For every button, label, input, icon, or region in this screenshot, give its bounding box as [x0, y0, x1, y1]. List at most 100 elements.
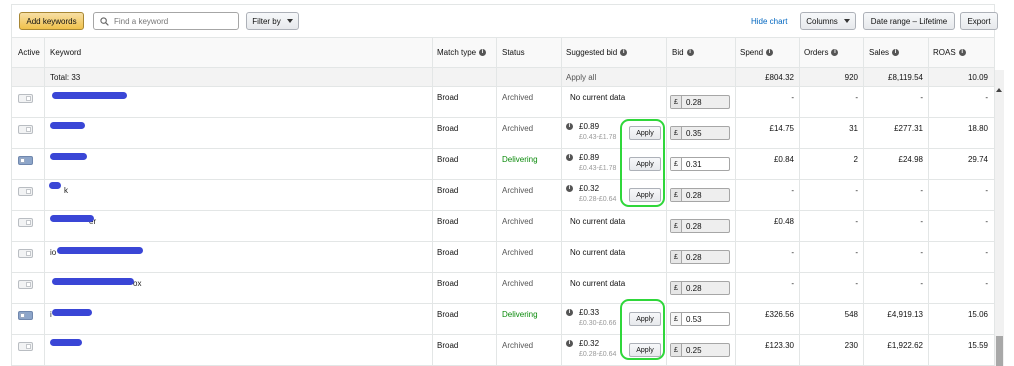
- redaction-mark: [50, 215, 94, 222]
- redaction-mark: [50, 153, 87, 160]
- bid-input[interactable]: £0.35: [670, 126, 730, 140]
- info-icon[interactable]: i: [479, 49, 487, 56]
- bid-value: 0.28: [686, 252, 702, 262]
- apply-button[interactable]: Apply: [629, 312, 661, 326]
- filter-by-label: Filter by: [252, 16, 281, 26]
- col-orders[interactable]: Orders i: [804, 38, 839, 67]
- suggested-bid: i £0.33 £0.30-£0.66: [566, 308, 616, 327]
- active-toggle[interactable]: [18, 156, 33, 165]
- apply-button[interactable]: Apply: [629, 343, 661, 357]
- info-icon[interactable]: i: [566, 185, 573, 192]
- roas-value: 18.80: [967, 124, 988, 133]
- bid-value: 0.28: [686, 97, 702, 107]
- bid-value: 0.28: [686, 283, 702, 293]
- col-match-type[interactable]: Match type i: [437, 38, 487, 67]
- bid-input[interactable]: £0.28: [670, 219, 730, 233]
- add-keywords-button[interactable]: Add keywords: [19, 12, 84, 30]
- table-row: er Broad Archived No current data £0.28 £0.48…: [12, 211, 994, 242]
- vertical-scrollbar[interactable]: [995, 70, 1004, 366]
- col-keyword-label: Keyword: [50, 48, 82, 57]
- match-type: Broad: [437, 279, 459, 288]
- col-sales[interactable]: Sales i: [869, 38, 900, 67]
- roas-value: 29.74: [967, 155, 988, 164]
- col-status[interactable]: Status: [502, 38, 525, 67]
- columns-button[interactable]: Columns: [800, 12, 856, 30]
- status-text: Archived: [502, 93, 534, 102]
- bid-input[interactable]: £0.28: [670, 188, 730, 202]
- info-icon[interactable]: i: [766, 49, 774, 56]
- scrollbar-thumb[interactable]: [996, 336, 1003, 366]
- suggested-bid-value: No current data: [570, 248, 626, 257]
- col-bid-label: Bid: [672, 48, 684, 57]
- keyword-search[interactable]: [93, 12, 239, 30]
- bid-input[interactable]: £0.28: [670, 250, 730, 264]
- currency-symbol: £: [671, 251, 682, 263]
- search-icon: [100, 16, 109, 26]
- search-input[interactable]: [114, 16, 234, 26]
- info-icon[interactable]: i: [566, 309, 573, 316]
- suggested-bid: i £0.32 £0.28-£0.64: [566, 184, 616, 203]
- bid-input[interactable]: £0.28: [670, 95, 730, 109]
- hide-chart-link[interactable]: Hide chart: [751, 17, 787, 26]
- apply-button[interactable]: Apply: [629, 188, 661, 202]
- active-toggle[interactable]: [18, 125, 33, 134]
- suggested-bid-value: £0.89: [579, 153, 600, 162]
- info-icon[interactable]: i: [686, 49, 694, 56]
- info-icon[interactable]: i: [892, 49, 900, 56]
- active-toggle[interactable]: [18, 94, 33, 103]
- table-header: Active Keyword Match type i Status Sugges…: [12, 37, 994, 68]
- active-toggle[interactable]: [18, 187, 33, 196]
- col-bid[interactable]: Bid i: [672, 38, 694, 67]
- redaction-mark: [52, 92, 127, 99]
- apply-button[interactable]: Apply: [629, 126, 661, 140]
- col-roas[interactable]: ROAS i: [933, 38, 966, 67]
- info-icon[interactable]: i: [620, 49, 628, 56]
- totals-orders: 920: [844, 72, 858, 82]
- scroll-up-arrow-icon[interactable]: [996, 88, 1002, 92]
- apply-all-link[interactable]: Apply all: [566, 68, 596, 86]
- export-button[interactable]: Export: [960, 12, 998, 30]
- active-toggle[interactable]: [18, 218, 33, 227]
- bid-input[interactable]: £0.25: [670, 343, 730, 357]
- orders-value: 230: [844, 341, 858, 350]
- suggested-bid-range: £0.28-£0.64: [579, 351, 617, 358]
- info-icon[interactable]: i: [566, 123, 573, 130]
- table-row: Broad Archived i £0.32 £0.28-£0.64 Apply £0.25…: [12, 335, 994, 366]
- suggested-bid: i £0.32 £0.28-£0.64: [566, 339, 616, 358]
- col-active[interactable]: Active: [18, 38, 40, 67]
- active-toggle[interactable]: [18, 249, 33, 258]
- match-type: Broad: [437, 124, 459, 133]
- info-icon[interactable]: i: [831, 49, 839, 56]
- match-type: Broad: [437, 93, 459, 102]
- bid-input[interactable]: £0.53: [670, 312, 730, 326]
- currency-symbol: £: [671, 220, 682, 232]
- suggested-bid-range: £0.28-£0.64: [579, 196, 617, 203]
- date-range-button[interactable]: Date range – Lifetime: [863, 12, 955, 30]
- bid-input[interactable]: £0.28: [670, 281, 730, 295]
- suggested-bid-value: £0.32: [579, 339, 600, 348]
- match-type: Broad: [437, 217, 459, 226]
- match-type: Broad: [437, 341, 459, 350]
- redaction-mark: [50, 339, 82, 346]
- bid-input[interactable]: £0.31: [670, 157, 730, 171]
- col-spend-label: Spend: [740, 48, 764, 57]
- match-type: Broad: [437, 186, 459, 195]
- active-toggle[interactable]: [18, 311, 33, 320]
- status-text: Delivering: [502, 155, 538, 164]
- suggested-bid-value: £0.89: [579, 122, 600, 131]
- active-toggle[interactable]: [18, 280, 33, 289]
- orders-value: -: [855, 248, 858, 257]
- filter-by-button[interactable]: Filter by: [246, 12, 299, 30]
- col-keyword[interactable]: Keyword: [50, 38, 81, 67]
- info-icon[interactable]: i: [958, 49, 966, 56]
- apply-button[interactable]: Apply: [629, 157, 661, 171]
- suggested-bid-value: No current data: [570, 217, 626, 226]
- col-suggested-bid[interactable]: Suggested bid i: [566, 38, 628, 67]
- col-spend[interactable]: Spend i: [740, 38, 774, 67]
- roas-value: -: [985, 93, 988, 102]
- chevron-down-icon: [843, 19, 850, 23]
- info-icon[interactable]: i: [566, 154, 573, 161]
- status-text: Archived: [502, 279, 534, 288]
- info-icon[interactable]: i: [566, 340, 573, 347]
- active-toggle[interactable]: [18, 342, 33, 351]
